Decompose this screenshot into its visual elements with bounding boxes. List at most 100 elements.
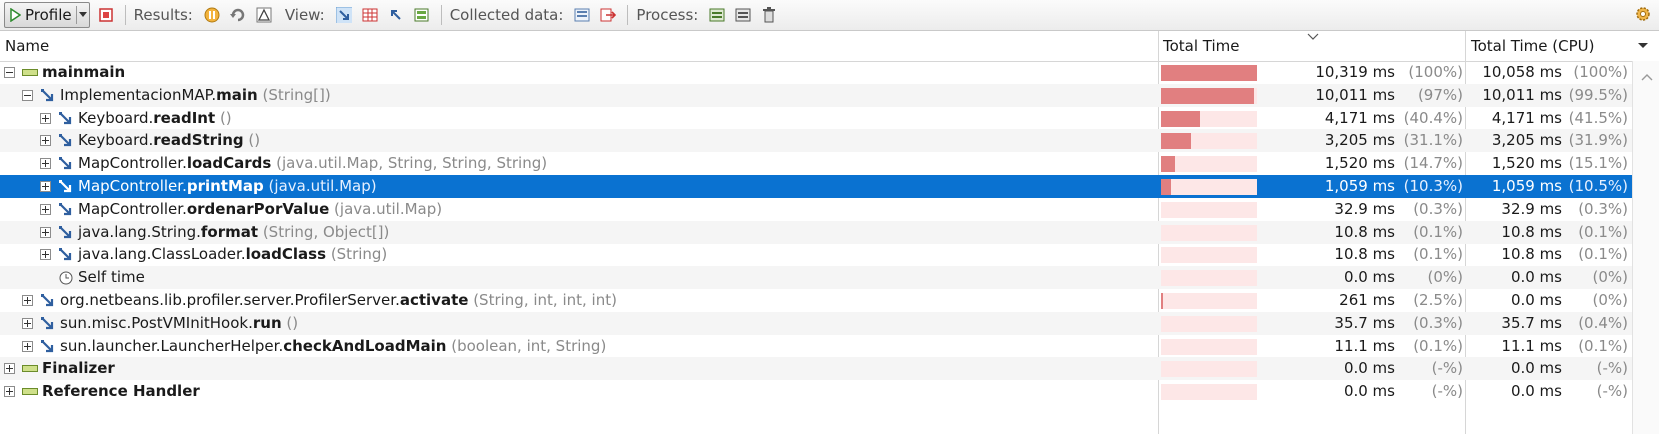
scroll-up-chevron-icon[interactable] — [1641, 73, 1653, 81]
refresh-icon[interactable] — [229, 7, 246, 23]
thread-icon — [22, 69, 38, 76]
back-traces-view-icon[interactable] — [388, 7, 404, 23]
total-time-percent: (-%) — [1431, 359, 1463, 378]
combined-view-icon[interactable] — [414, 7, 430, 23]
stop-icon[interactable] — [98, 7, 114, 23]
collapse-icon[interactable] — [4, 67, 15, 78]
collapse-icon[interactable] — [22, 89, 33, 101]
method-args: (String, int, int, int) — [473, 291, 617, 309]
total-time-percent: (31.1%) — [1403, 131, 1463, 150]
expand-icon[interactable] — [40, 135, 51, 147]
table-row[interactable]: Reference Handler 0.0 ms (-%) 0.0 ms (-%) — [0, 380, 1632, 403]
method-name: Reference Handler — [42, 380, 200, 403]
table-row[interactable]: sun.launcher.LauncherHelper.checkAndLoad… — [0, 335, 1632, 358]
cpu-time-percent: (0%) — [1592, 268, 1628, 287]
heap-dump-icon[interactable] — [735, 7, 751, 23]
table-row[interactable]: Keyboard.readString () 3,205 ms (31.1%) 3,2… — [0, 129, 1632, 153]
snapshot-icon[interactable] — [574, 7, 590, 23]
expand-icon[interactable] — [40, 226, 51, 238]
export-icon[interactable] — [600, 7, 617, 23]
expand-icon[interactable] — [22, 295, 33, 306]
table-row[interactable]: MapController.loadCards (java.util.Map, … — [0, 152, 1632, 175]
toolbar: Profile Results: View: Collected data: P… — [0, 0, 1659, 31]
time-bar — [1161, 338, 1257, 355]
class-name: java.lang.ClassLoader. — [78, 245, 246, 264]
gc-trash-icon[interactable] — [761, 7, 777, 23]
cpu-time-value: 10.8 ms — [1501, 245, 1562, 264]
method-label: run — [252, 313, 282, 332]
table-row[interactable]: java.lang.ClassLoader.loadClass (String)… — [0, 243, 1632, 266]
expand-icon[interactable] — [22, 340, 33, 352]
profile-button-label: Profile — [25, 6, 72, 24]
delta-icon[interactable] — [256, 7, 272, 23]
call-tree-view-icon[interactable] — [335, 7, 352, 23]
table-row[interactable]: mainmain 10,319 ms (100%) 10,058 ms (100%) — [0, 61, 1632, 84]
chevron-down-icon[interactable] — [78, 12, 87, 18]
table-row[interactable]: MapController.printMap (java.util.Map) 1,… — [0, 175, 1632, 198]
method-icon — [59, 202, 72, 215]
method-name: org.netbeans.lib.profiler.server.Profile… — [60, 289, 617, 312]
method-name: MapController.ordenarPorValue (java.util… — [78, 198, 442, 221]
class-name: main — [42, 63, 84, 81]
method-name: MapController.loadCards (java.util.Map, … — [78, 152, 547, 175]
total-time-value: 11.1 ms — [1334, 336, 1395, 355]
cpu-time-value: 1,520 ms — [1491, 154, 1562, 173]
column-menu-chevron-icon[interactable] — [1638, 43, 1648, 49]
cpu-time-value: 0.0 ms — [1510, 268, 1562, 287]
expand-icon[interactable] — [4, 386, 15, 398]
method-label: readInt — [153, 108, 216, 127]
hot-spots-view-icon[interactable] — [362, 7, 378, 23]
total-time-value: 3,205 ms — [1324, 131, 1395, 150]
total-time-value: 1,059 ms — [1324, 177, 1395, 195]
total-time-percent: (2.5%) — [1413, 291, 1463, 309]
cpu-time-value: 4,171 ms — [1491, 108, 1562, 127]
play-icon — [10, 8, 21, 22]
method-icon — [59, 111, 72, 124]
column-header-total-time[interactable]: Total Time — [1163, 31, 1240, 61]
method-args: (java.util.Map) — [334, 199, 443, 218]
table-row[interactable]: MapController.ordenarPorValue (java.util… — [0, 198, 1632, 221]
column-header-total-time-cpu[interactable]: Total Time (CPU) — [1471, 31, 1594, 61]
cpu-time-percent: (-%) — [1596, 359, 1628, 378]
total-time-percent: (0%) — [1427, 268, 1463, 287]
expand-icon[interactable] — [40, 158, 51, 170]
expand-icon[interactable] — [40, 112, 51, 124]
thread-dump-icon[interactable] — [709, 7, 725, 23]
sort-descending-icon — [1307, 33, 1319, 40]
total-time-percent: (97%) — [1417, 85, 1463, 104]
expand-icon[interactable] — [22, 317, 33, 329]
table-row[interactable]: ImplementacionMAP.main (String[]) 10,011 … — [0, 83, 1632, 107]
time-bar — [1161, 201, 1257, 218]
method-name: java.lang.String.format (String, Object[… — [78, 221, 389, 244]
cpu-time-percent: (0%) — [1592, 291, 1628, 309]
gear-icon[interactable] — [1635, 6, 1651, 22]
cpu-time-percent: (0.4%) — [1578, 313, 1628, 332]
method-icon — [59, 157, 72, 170]
class-name: Keyboard. — [78, 131, 154, 150]
method-args: (boolean, int, String) — [451, 336, 607, 355]
total-time-value: 32.9 ms — [1334, 199, 1395, 218]
table-row[interactable]: org.netbeans.lib.profiler.server.Profile… — [0, 289, 1632, 312]
time-bar — [1161, 65, 1257, 81]
method-name: sun.launcher.LauncherHelper.checkAndLoad… — [60, 335, 606, 358]
table-row[interactable]: Self time 0.0 ms (0%) 0.0 ms (0%) — [0, 266, 1632, 290]
expand-icon[interactable] — [4, 363, 15, 375]
time-bar-fill — [1161, 65, 1257, 81]
method-args: (java.util.Map) — [268, 177, 377, 195]
vertical-scrollbar[interactable] — [1632, 61, 1659, 434]
table-row[interactable]: Keyboard.readInt () 4,171 ms (40.4%) 4,171 … — [0, 107, 1632, 130]
time-bar — [1161, 247, 1257, 264]
expand-icon[interactable] — [40, 249, 51, 261]
expand-icon[interactable] — [40, 203, 51, 215]
cpu-time-value: 10,058 ms — [1482, 63, 1562, 81]
table-row[interactable]: Finalizer 0.0 ms (-%) 0.0 ms (-%) — [0, 357, 1632, 381]
total-time-value: 10.8 ms — [1334, 245, 1395, 264]
total-time-percent: (0.3%) — [1413, 313, 1463, 332]
profile-button[interactable]: Profile — [4, 2, 90, 28]
table-row[interactable]: sun.misc.PostVMInitHook.run () 35.7 ms (0.… — [0, 311, 1632, 335]
pause-icon[interactable] — [204, 7, 220, 23]
method-label: ordenarPorValue — [186, 199, 330, 218]
table-row[interactable]: java.lang.String.format (String, Object[… — [0, 220, 1632, 244]
expand-icon[interactable] — [40, 181, 51, 192]
column-header-name[interactable]: Name — [5, 31, 49, 61]
